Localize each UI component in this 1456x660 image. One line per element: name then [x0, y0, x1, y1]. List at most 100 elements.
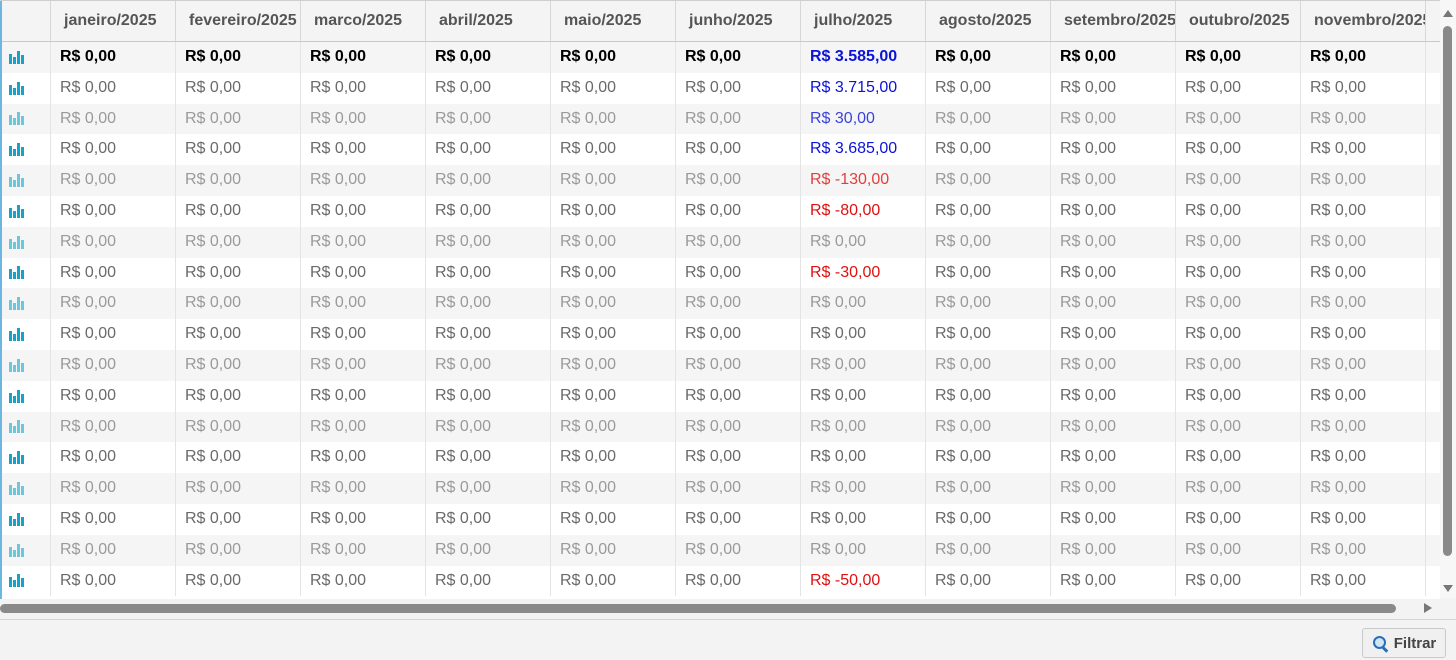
- table-cell[interactable]: R$ 0,00: [676, 442, 801, 474]
- table-cell[interactable]: R$ 0,00: [1176, 257, 1301, 289]
- table-cell[interactable]: R$ 0,00: [676, 319, 801, 350]
- table-cell[interactable]: R$ 0,00: [426, 565, 551, 597]
- table-cell[interactable]: R$ 0,00: [1051, 103, 1176, 135]
- table-cell[interactable]: R$ 0,00: [1176, 226, 1301, 258]
- table-row[interactable]: R$ 0,00 R$ 0,00 R$ 0,00 R$ 0,00 R$ 0,00 R$ 0,…: [0, 503, 1440, 535]
- table-cell[interactable]: R$ 0,00: [676, 257, 801, 289]
- table-cell[interactable]: R$ 0,00: [1301, 411, 1426, 443]
- table-row[interactable]: R$ 0,00 R$ 0,00 R$ 0,00 R$ 0,00 R$ 0,00 R$ 0,…: [0, 165, 1440, 196]
- table-cell[interactable]: R$ 0,00: [51, 534, 176, 566]
- table-row[interactable]: R$ 0,00 R$ 0,00 R$ 0,00 R$ 0,00 R$ 0,00 R$ 0,…: [0, 411, 1440, 443]
- bar-chart-icon[interactable]: [9, 481, 24, 495]
- table-cell[interactable]: R$ 0,00: [551, 349, 676, 381]
- table-cell[interactable]: R$ 0,00: [551, 319, 676, 350]
- table-cell[interactable]: R$ 0,00: [551, 534, 676, 566]
- table-cell[interactable]: R$ 0,00: [801, 319, 926, 350]
- table-cell[interactable]: R$ 3.685,00: [801, 134, 926, 166]
- table-cell[interactable]: R$ 0,00: [1176, 165, 1301, 196]
- table-cell[interactable]: R$ 0,00: [1176, 319, 1301, 350]
- table-cell[interactable]: R$ 0,00: [1051, 411, 1176, 443]
- table-cell[interactable]: R$ 0,00: [301, 534, 426, 566]
- row-icon-cell[interactable]: [0, 319, 51, 350]
- table-row[interactable]: R$ 0,00 R$ 0,00 R$ 0,00 R$ 0,00 R$ 0,00 R$ 0,…: [0, 103, 1440, 135]
- table-cell[interactable]: R$ 0,00: [551, 195, 676, 227]
- bar-chart-icon[interactable]: [9, 512, 24, 526]
- table-cell[interactable]: R$ 0,00: [1051, 349, 1176, 381]
- table-cell[interactable]: R$ 0,00: [301, 42, 426, 73]
- scroll-up-icon[interactable]: [1443, 10, 1453, 17]
- table-cell[interactable]: R$ 0,00: [426, 257, 551, 289]
- table-cell[interactable]: R$ 0,00: [1176, 195, 1301, 227]
- table-cell[interactable]: R$ 0,00: [926, 442, 1051, 474]
- table-cell[interactable]: R$ 0,00: [551, 288, 676, 320]
- table-cell[interactable]: R$ 0,00: [1051, 288, 1176, 320]
- table-cell[interactable]: R$ 0,00: [301, 503, 426, 535]
- table-row[interactable]: R$ 0,00 R$ 0,00 R$ 0,00 R$ 0,00 R$ 0,00 R$ 0,…: [0, 42, 1440, 73]
- table-cell[interactable]: R$ 3.585,00: [801, 42, 926, 73]
- row-icon-cell[interactable]: [0, 565, 51, 597]
- table-cell[interactable]: R$ 0,00: [176, 42, 301, 73]
- table-cell[interactable]: R$ -50,00: [801, 565, 926, 597]
- table-cell[interactable]: R$ 0,00: [1301, 442, 1426, 474]
- row-icon-cell[interactable]: [0, 72, 51, 104]
- row-icon-cell[interactable]: [0, 442, 51, 474]
- table-cell[interactable]: R$ 0,00: [51, 257, 176, 289]
- table-cell[interactable]: R$ 0,00: [926, 226, 1051, 258]
- table-cell[interactable]: R$ 0,00: [1301, 534, 1426, 566]
- table-cell[interactable]: R$ 0,00: [551, 42, 676, 73]
- table-cell[interactable]: R$ 0,00: [1176, 442, 1301, 474]
- table-cell[interactable]: R$ 0,00: [926, 42, 1051, 73]
- table-cell[interactable]: R$ 0,00: [301, 442, 426, 474]
- bar-chart-icon[interactable]: [9, 419, 24, 434]
- table-cell[interactable]: R$ 0,00: [1176, 288, 1301, 320]
- row-icon-cell[interactable]: [0, 134, 51, 166]
- table-cell[interactable]: R$ 0,00: [1176, 380, 1301, 412]
- table-cell[interactable]: R$ 0,00: [426, 442, 551, 474]
- table-cell[interactable]: R$ 0,00: [301, 380, 426, 412]
- column-header[interactable]: maio/2025: [551, 1, 676, 41]
- table-row[interactable]: R$ 0,00 R$ 0,00 R$ 0,00 R$ 0,00 R$ 0,00 R$ 0,…: [0, 257, 1440, 289]
- table-cell[interactable]: R$ 0,00: [176, 103, 301, 135]
- table-cell[interactable]: R$ 0,00: [801, 473, 926, 504]
- column-header[interactable]: agosto/2025: [926, 1, 1051, 41]
- table-cell[interactable]: R$ 0,00: [426, 195, 551, 227]
- table-cell[interactable]: R$ 0,00: [676, 473, 801, 504]
- table-cell[interactable]: R$ 0,00: [1301, 288, 1426, 320]
- table-row[interactable]: R$ 0,00 R$ 0,00 R$ 0,00 R$ 0,00 R$ 0,00 R$ 0,…: [0, 72, 1440, 104]
- table-cell[interactable]: R$ 0,00: [676, 165, 801, 196]
- bar-chart-icon[interactable]: [9, 327, 24, 341]
- column-header[interactable]: marco/2025: [301, 1, 426, 41]
- table-cell[interactable]: R$ 0,00: [801, 380, 926, 412]
- table-cell[interactable]: R$ 0,00: [1051, 42, 1176, 73]
- table-cell[interactable]: R$ 0,00: [1301, 226, 1426, 258]
- row-icon-cell[interactable]: [0, 288, 51, 320]
- table-cell[interactable]: R$ 0,00: [176, 134, 301, 166]
- table-cell[interactable]: R$ 0,00: [676, 103, 801, 135]
- table-cell[interactable]: R$ 0,00: [51, 349, 176, 381]
- table-cell[interactable]: R$ 0,00: [676, 565, 801, 597]
- bar-chart-icon[interactable]: [9, 81, 24, 95]
- table-cell[interactable]: R$ 0,00: [926, 165, 1051, 196]
- table-cell[interactable]: R$ 0,00: [51, 103, 176, 135]
- table-cell[interactable]: R$ 0,00: [1176, 503, 1301, 535]
- bar-chart-icon[interactable]: [9, 265, 24, 280]
- table-cell[interactable]: R$ 0,00: [551, 134, 676, 166]
- row-icon-cell[interactable]: [0, 257, 51, 289]
- table-row[interactable]: R$ 0,00 R$ 0,00 R$ 0,00 R$ 0,00 R$ 0,00 R$ 0,…: [0, 442, 1440, 474]
- table-cell[interactable]: R$ 0,00: [801, 288, 926, 320]
- table-cell[interactable]: R$ 0,00: [176, 288, 301, 320]
- table-cell[interactable]: R$ 0,00: [426, 226, 551, 258]
- table-cell[interactable]: R$ 0,00: [426, 134, 551, 166]
- table-cell[interactable]: R$ 0,00: [926, 257, 1051, 289]
- table-cell[interactable]: R$ 0,00: [926, 288, 1051, 320]
- table-cell[interactable]: R$ 0,00: [1301, 380, 1426, 412]
- table-cell[interactable]: R$ 0,00: [676, 134, 801, 166]
- table-cell[interactable]: R$ 0,00: [176, 226, 301, 258]
- table-cell[interactable]: R$ 0,00: [551, 103, 676, 135]
- table-cell[interactable]: R$ 0,00: [426, 534, 551, 566]
- table-cell[interactable]: R$ 0,00: [1051, 319, 1176, 350]
- horizontal-scrollbar[interactable]: [0, 600, 1440, 616]
- table-cell[interactable]: R$ 0,00: [1301, 103, 1426, 135]
- table-cell[interactable]: R$ -130,00: [801, 165, 926, 196]
- row-icon-cell[interactable]: [0, 103, 51, 135]
